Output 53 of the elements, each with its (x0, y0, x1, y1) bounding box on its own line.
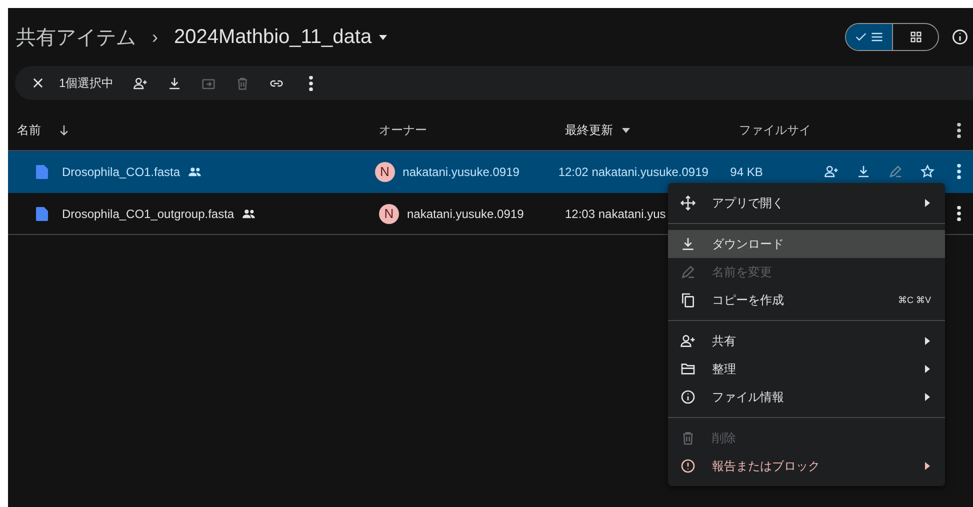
caret-icon (378, 32, 388, 42)
download-icon (856, 164, 870, 179)
column-header[interactable]: ファイルサイ (739, 122, 811, 138)
menu-item[interactable]: ダウンロード (668, 230, 945, 258)
download-icon (680, 236, 696, 252)
shortcut-text: ⌘C ⌘V (898, 294, 931, 306)
pencil-icon (888, 164, 902, 179)
more-icon (957, 164, 961, 179)
menu-item[interactable]: 報告またはブロック (668, 452, 945, 480)
more-icon (957, 122, 961, 138)
info-icon (680, 389, 696, 405)
alert-icon (680, 458, 696, 474)
info-icon (951, 28, 969, 46)
selection-count: 1個選択中 (59, 74, 114, 92)
modified-text: 12:02 nakatani.yusuke.0919 (558, 164, 708, 178)
more-icon (308, 76, 313, 90)
column-header[interactable]: 最終更新 (565, 122, 613, 138)
list-view-button[interactable] (846, 24, 892, 50)
list-icon (870, 30, 884, 44)
document-icon (36, 206, 48, 220)
column-header[interactable]: 名前 (17, 122, 41, 138)
folder-icon (680, 361, 696, 377)
info-button[interactable] (951, 28, 969, 46)
file-size: 94 KB (730, 164, 763, 178)
menu-item[interactable]: 整理 (668, 355, 945, 383)
document-icon (36, 164, 48, 178)
file-name: Drosophila_CO1.fasta (62, 164, 180, 178)
copy-icon (680, 292, 696, 308)
add-person-icon (133, 76, 148, 90)
folder-title-button[interactable]: 2024Mathbio_11_data (174, 26, 388, 48)
star-icon (920, 164, 934, 179)
breadcrumb-parent[interactable]: 共有アイテム (16, 24, 136, 50)
sort-caret-icon[interactable] (621, 125, 631, 135)
avatar: N (374, 162, 395, 182)
owner-name: nakatani.yusuke.0919 (407, 206, 524, 220)
add-person-icon (824, 164, 838, 179)
owner-name: nakatani.yusuke.0919 (402, 164, 520, 178)
menu-item[interactable]: ファイル情報 (668, 383, 945, 411)
menu-item[interactable]: 共有 (668, 327, 945, 355)
add-person-icon (680, 333, 696, 349)
menu-item[interactable]: コピーを作成 ⌘C ⌘V (668, 286, 945, 314)
pencil-icon (680, 264, 696, 280)
download-icon (167, 76, 182, 90)
breadcrumb-separator: › (152, 26, 158, 48)
file-row[interactable]: Drosophila_CO1.fasta N nakatani.yusuke.0919 12:02 nakatani.yusuke.0919 94 KB (8, 151, 973, 193)
more-icon (957, 206, 961, 221)
file-name: Drosophila_CO1_outgroup.fasta (62, 206, 234, 220)
avatar: N (379, 204, 399, 224)
column-header[interactable]: オーナー (379, 122, 427, 138)
move-arrows-icon (680, 195, 696, 211)
grid-icon (908, 30, 922, 44)
close-icon (31, 76, 45, 90)
modified-text: 12:03 nakatani.yus (565, 206, 666, 220)
